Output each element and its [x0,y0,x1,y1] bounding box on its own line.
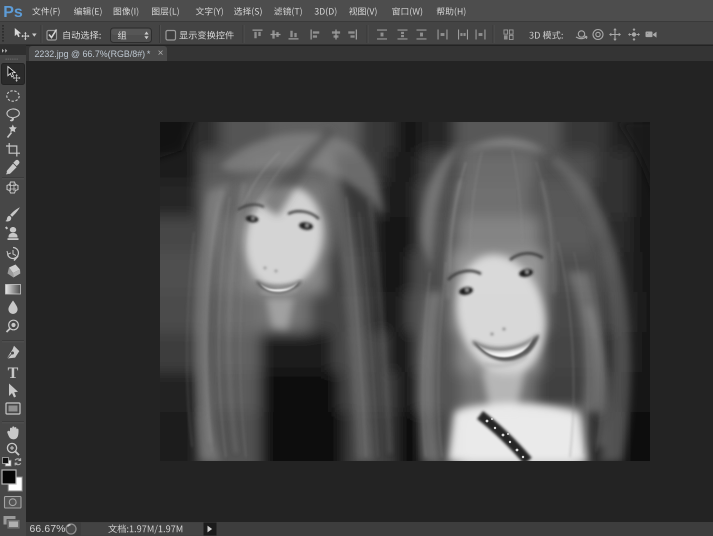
svg-text:Ps: Ps [3,4,23,21]
svg-text:T: T [8,365,19,382]
